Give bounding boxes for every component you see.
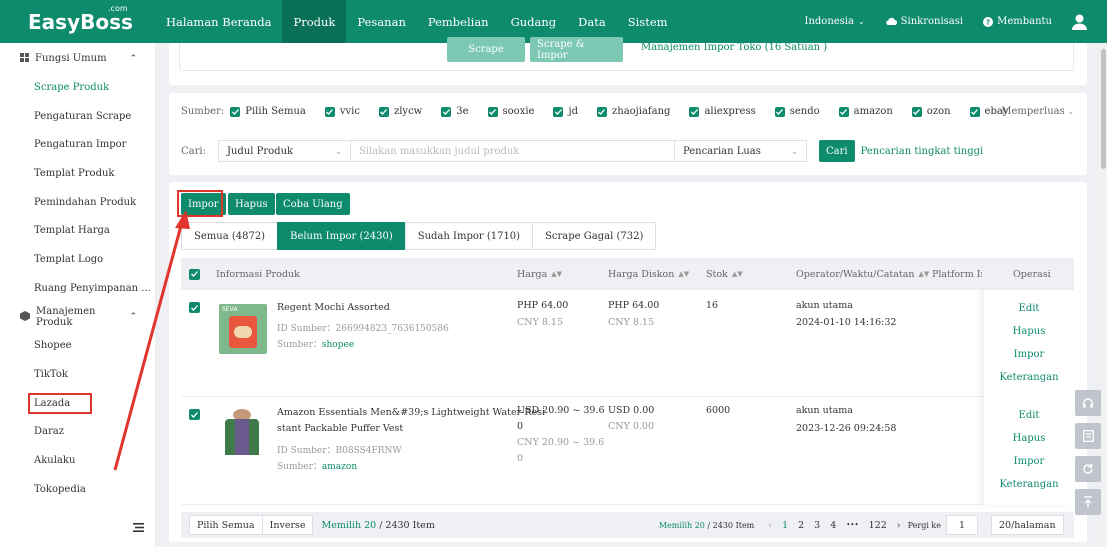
annotation-arrow [113, 210, 190, 471]
